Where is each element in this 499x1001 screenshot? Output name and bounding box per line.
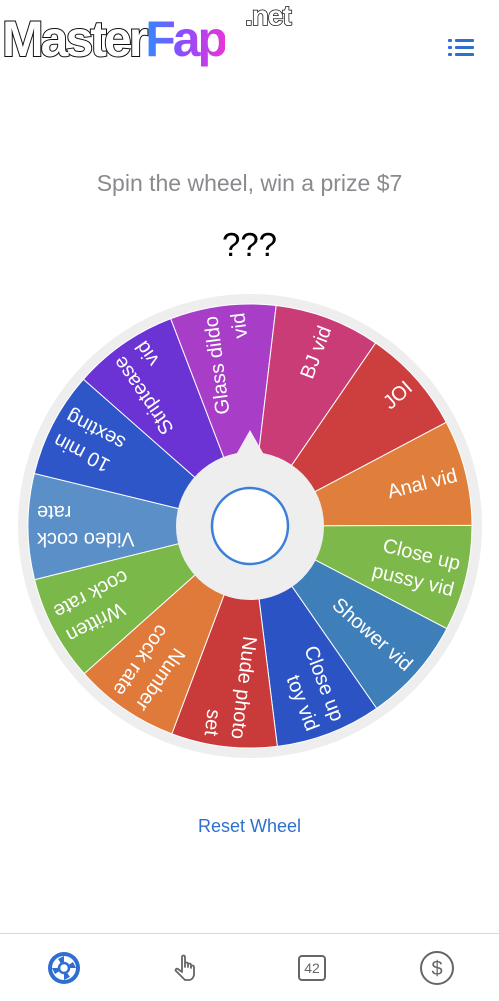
list-menu-icon[interactable] (446, 34, 476, 62)
logo-suffix: .net (244, 0, 292, 31)
logo-accent: Fap (145, 11, 228, 67)
tap-hand-icon (174, 954, 195, 981)
header: MasterFap .net (0, 0, 499, 90)
tab-bar: 42 $ (0, 933, 499, 1001)
logo-main: Master (1, 11, 149, 67)
page-title: Spin the wheel, win a prize $7 (96, 170, 403, 196)
wheel-icon (48, 952, 80, 984)
wheel-segment-text: vid (227, 311, 252, 339)
tab-dollar[interactable]: $ (417, 948, 457, 988)
svg-text:$: $ (431, 958, 442, 980)
prize-wheel[interactable]: Video cock rate 10 min sexting Striptease vid… (0, 290, 499, 760)
tab-wheel[interactable] (44, 948, 84, 988)
number-icon: 42 (298, 955, 326, 981)
wheel-segment-text: set (200, 708, 225, 738)
tab-number[interactable]: 42 (293, 948, 333, 988)
wheel-segment-text: rate (37, 501, 72, 523)
watermark-logo: MasterFap .net (1, 1, 293, 67)
dollar-icon: $ (420, 951, 454, 985)
tab-tap[interactable] (167, 948, 207, 988)
reset-wheel-button[interactable]: Reset Wheel (0, 816, 499, 837)
wheel-segment-text: Video cock (36, 528, 135, 550)
spin-button[interactable] (210, 486, 290, 566)
spin-result: ??? (221, 226, 278, 263)
